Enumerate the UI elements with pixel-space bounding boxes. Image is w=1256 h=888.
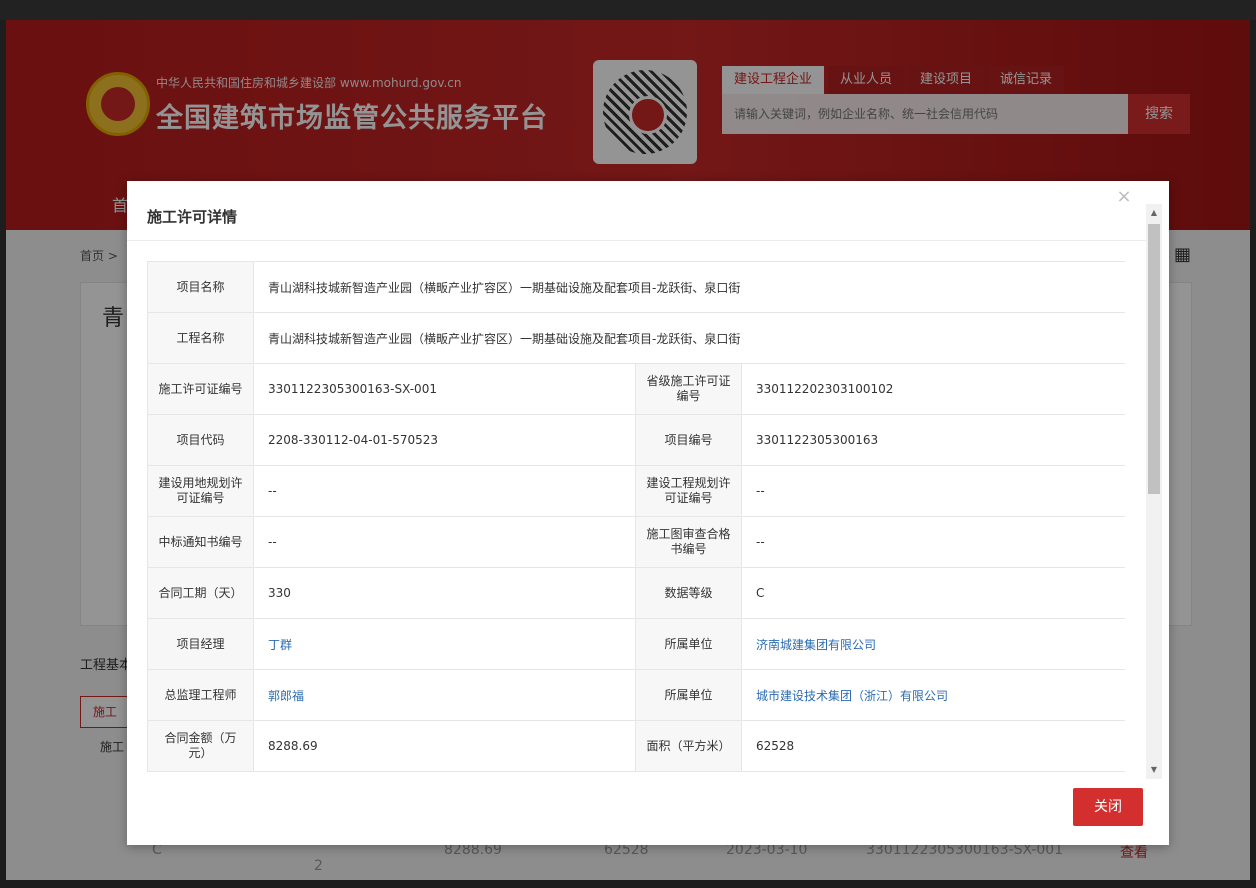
value-permit-no: 3301122305300163-SX-001 xyxy=(253,363,636,415)
permit-detail-modal: 施工许可详情 × 项目名称 青山湖科技城新智造产业园（横畈产业扩容区）一期基础设… xyxy=(127,181,1169,845)
label-permit-no: 施工许可证编号 xyxy=(147,363,254,415)
value-drawing-review: -- xyxy=(740,516,1125,568)
table-row: 项目代码 2208-330112-04-01-570523 项目编号 33011… xyxy=(147,414,1125,466)
page: 中华人民共和国住房和城乡建设部 www.mohurd.gov.cn 全国建筑市场… xyxy=(6,20,1250,880)
table-row: 总监理工程师 郭郎福 所属单位 城市建设技术集团（浙江）有限公司 xyxy=(147,669,1125,721)
close-button[interactable]: 关闭 xyxy=(1073,788,1143,826)
label-area: 面积（平方米） xyxy=(635,720,742,772)
detail-table: 项目名称 青山湖科技城新智造产业园（横畈产业扩容区）一期基础设施及配套项目-龙跃… xyxy=(147,261,1125,772)
label-project-number: 项目编号 xyxy=(635,414,742,466)
value-land-planning-permit: -- xyxy=(253,465,636,517)
scroll-down-arrow-icon[interactable]: ▼ xyxy=(1146,761,1162,779)
label-project-code: 项目代码 xyxy=(147,414,254,466)
label-contract-period: 合同工期（天） xyxy=(147,567,254,619)
scroll-thumb[interactable] xyxy=(1148,224,1160,494)
label-engineering-planning-permit: 建设工程规划许可证编号 xyxy=(635,465,742,517)
value-contract-amount: 8288.69 xyxy=(253,720,636,772)
table-row: 中标通知书编号 -- 施工图审查合格书编号 -- xyxy=(147,516,1125,568)
value-bid-notice: -- xyxy=(253,516,636,568)
close-icon[interactable]: × xyxy=(1114,187,1134,207)
value-engineering-planning-permit: -- xyxy=(740,465,1125,517)
browser-bottom-bar xyxy=(0,880,1256,888)
modal-title: 施工许可详情 xyxy=(147,208,238,226)
modal-scrollbar[interactable]: ▲ ▼ xyxy=(1146,204,1162,779)
table-row: 合同金额（万元） 8288.69 面积（平方米） 62528 xyxy=(147,720,1125,772)
link-chief-supervisor[interactable]: 郭郎福 xyxy=(253,669,636,721)
label-project-name: 项目名称 xyxy=(147,261,254,313)
label-bid-notice: 中标通知书编号 xyxy=(147,516,254,568)
table-row: 施工许可证编号 3301122305300163-SX-001 省级施工许可证编… xyxy=(147,363,1125,415)
label-data-grade: 数据等级 xyxy=(635,567,742,619)
value-project-number: 3301122305300163 xyxy=(740,414,1125,466)
link-manager-company[interactable]: 济南城建集团有限公司 xyxy=(740,618,1125,670)
link-project-manager[interactable]: 丁群 xyxy=(253,618,636,670)
value-work-name: 青山湖科技城新智造产业园（横畈产业扩容区）一期基础设施及配套项目-龙跃街、泉口街 xyxy=(252,312,1125,364)
label-project-manager: 项目经理 xyxy=(147,618,254,670)
label-work-name: 工程名称 xyxy=(147,312,254,364)
label-manager-company: 所属单位 xyxy=(635,618,742,670)
label-chief-supervisor: 总监理工程师 xyxy=(147,669,254,721)
label-contract-amount: 合同金额（万元） xyxy=(147,720,254,772)
value-project-code: 2208-330112-04-01-570523 xyxy=(253,414,636,466)
value-project-name: 青山湖科技城新智造产业园（横畈产业扩容区）一期基础设施及配套项目-龙跃街、泉口街 xyxy=(252,261,1125,313)
value-area: 62528 xyxy=(740,720,1125,772)
scroll-up-arrow-icon[interactable]: ▲ xyxy=(1146,204,1162,222)
value-provincial-permit-no: 330112202303100102 xyxy=(740,363,1125,415)
table-row: 合同工期（天） 330 数据等级 C xyxy=(147,567,1125,619)
label-drawing-review: 施工图审查合格书编号 xyxy=(635,516,742,568)
table-row: 项目经理 丁群 所属单位 济南城建集团有限公司 xyxy=(147,618,1125,670)
label-supervisor-company: 所属单位 xyxy=(635,669,742,721)
table-row: 工程名称 青山湖科技城新智造产业园（横畈产业扩容区）一期基础设施及配套项目-龙跃… xyxy=(147,312,1125,364)
value-contract-period: 330 xyxy=(253,567,636,619)
label-land-planning-permit: 建设用地规划许可证编号 xyxy=(147,465,254,517)
link-supervisor-company[interactable]: 城市建设技术集团（浙江）有限公司 xyxy=(740,669,1125,721)
label-provincial-permit-no: 省级施工许可证编号 xyxy=(635,363,742,415)
divider xyxy=(127,240,1146,241)
table-row: 建设用地规划许可证编号 -- 建设工程规划许可证编号 -- xyxy=(147,465,1125,517)
detail-table-container: 项目名称 青山湖科技城新智造产业园（横畈产业扩容区）一期基础设施及配套项目-龙跃… xyxy=(147,261,1125,773)
browser-top-bar xyxy=(0,0,1256,20)
table-row: 项目名称 青山湖科技城新智造产业园（横畈产业扩容区）一期基础设施及配套项目-龙跃… xyxy=(147,261,1125,313)
value-data-grade: C xyxy=(740,567,1125,619)
